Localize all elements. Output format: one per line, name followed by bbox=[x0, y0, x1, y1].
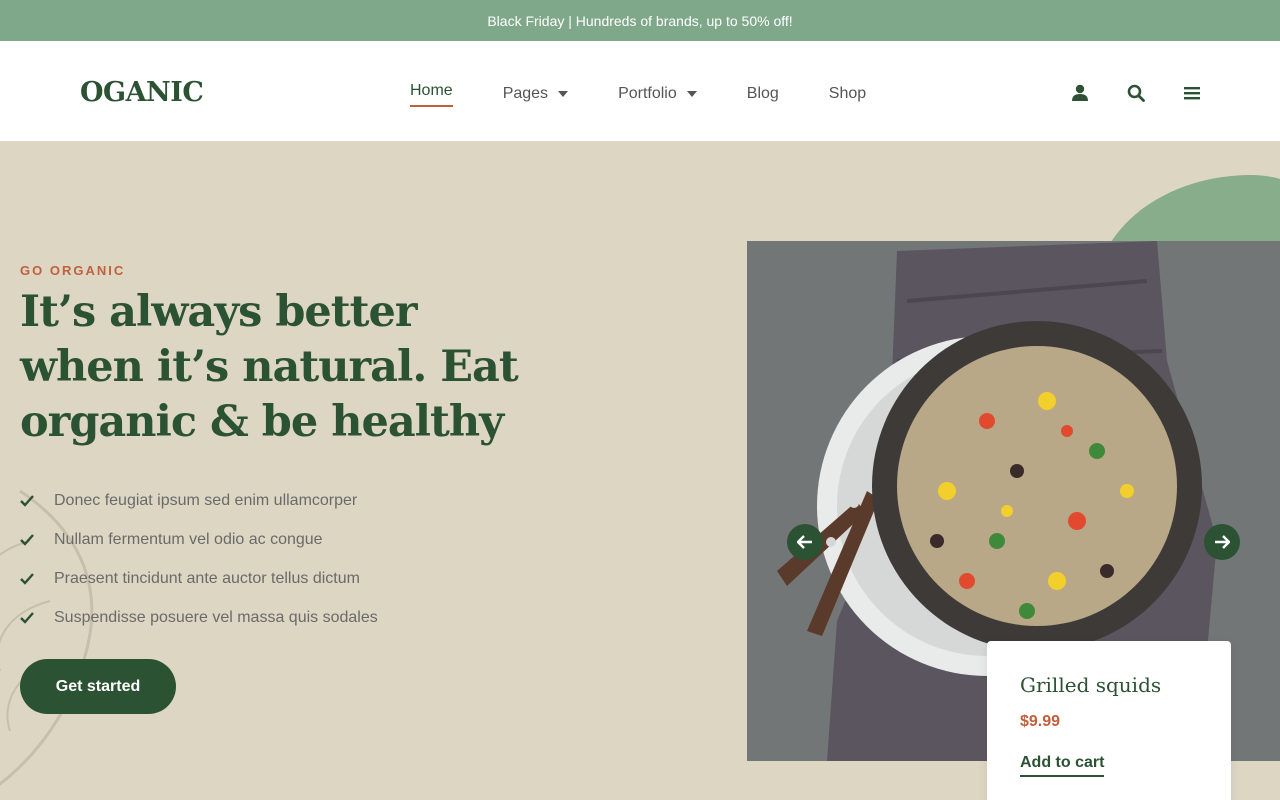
arrow-right-icon bbox=[1215, 535, 1230, 549]
feature-list: Donec feugiat ipsum sed enim ullamcorper… bbox=[20, 481, 378, 637]
hero-headline: It’s always better when it’s natural. Ea… bbox=[20, 287, 519, 447]
header-actions bbox=[1070, 83, 1202, 103]
user-icon[interactable] bbox=[1070, 83, 1090, 103]
check-icon bbox=[20, 533, 34, 547]
chevron-down-icon bbox=[558, 91, 569, 97]
nav-item-shop[interactable]: Shop bbox=[829, 81, 866, 107]
nav-item-blog[interactable]: Blog bbox=[747, 81, 779, 107]
hero-section: GO ORGANIC It’s always better when it’s … bbox=[0, 141, 1280, 800]
slider-dot[interactable] bbox=[826, 537, 836, 547]
nav-item-label: Shop bbox=[828, 85, 867, 102]
feature-item: Suspendisse posuere vel massa quis sodal… bbox=[20, 598, 378, 637]
add-to-cart-link[interactable]: Add to cart bbox=[1020, 754, 1105, 777]
slider-prev-button[interactable] bbox=[787, 524, 823, 560]
nav-item-label: Home bbox=[410, 82, 453, 99]
nav-item-label: Blog bbox=[746, 85, 779, 102]
slider-next-button[interactable] bbox=[1204, 524, 1240, 560]
announcement-text: Black Friday | Hundreds of brands, up to… bbox=[487, 12, 793, 29]
hero-eyebrow: GO ORGANIC bbox=[20, 263, 126, 278]
nav-item-portfolio[interactable]: Portfolio bbox=[618, 81, 697, 107]
feature-item: Praesent tincidunt ante auctor tellus di… bbox=[20, 559, 378, 598]
feature-text: Praesent tincidunt ante auctor tellus di… bbox=[54, 569, 360, 587]
feature-item: Donec feugiat ipsum sed enim ullamcorper bbox=[20, 481, 378, 520]
check-icon bbox=[20, 611, 34, 625]
site-header: OGANIC Home Pages Portfolio Blog Shop bbox=[0, 41, 1280, 141]
chevron-down-icon bbox=[686, 91, 697, 97]
feature-text: Nullam fermentum vel odio ac congue bbox=[54, 530, 323, 548]
slider-dot[interactable] bbox=[849, 498, 859, 508]
nav-item-pages[interactable]: Pages bbox=[502, 81, 569, 107]
nav-item-label: Pages bbox=[502, 85, 549, 102]
feature-item: Nullam fermentum vel odio ac congue bbox=[20, 520, 378, 559]
arrow-left-icon bbox=[797, 535, 812, 549]
nav-item-home[interactable]: Home bbox=[410, 81, 453, 107]
announcement-bar: Black Friday | Hundreds of brands, up to… bbox=[0, 0, 1280, 41]
feature-text: Donec feugiat ipsum sed enim ullamcorper bbox=[54, 491, 358, 509]
site-logo[interactable]: OGANIC bbox=[80, 77, 204, 108]
check-icon bbox=[20, 494, 34, 508]
feature-text: Suspendisse posuere vel massa quis sodal… bbox=[54, 608, 378, 626]
get-started-button[interactable]: Get started bbox=[20, 659, 176, 714]
product-price: $9.99 bbox=[1020, 713, 1061, 730]
menu-icon[interactable] bbox=[1182, 83, 1202, 103]
main-nav: Home Pages Portfolio Blog Shop bbox=[410, 81, 866, 107]
product-card: Grilled squids $9.99 Add to cart bbox=[987, 641, 1231, 800]
check-icon bbox=[20, 572, 34, 586]
search-icon[interactable] bbox=[1126, 83, 1146, 103]
nav-item-label: Portfolio bbox=[618, 85, 677, 102]
product-name: Grilled squids bbox=[1020, 673, 1162, 697]
